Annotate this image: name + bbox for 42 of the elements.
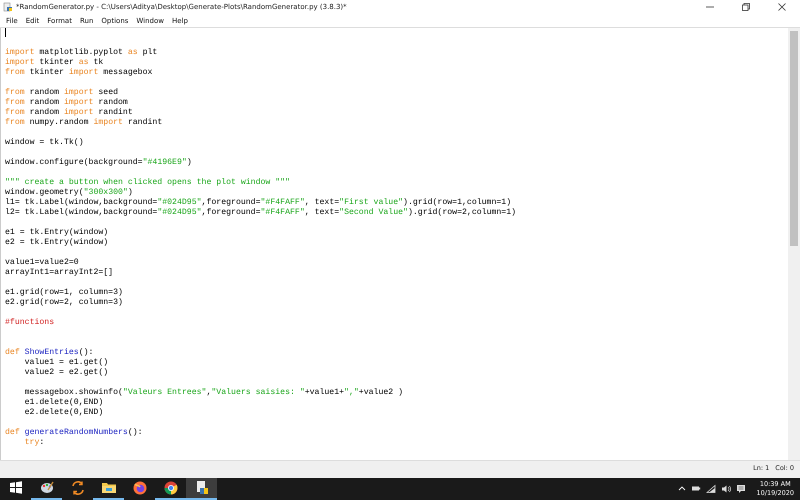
- code-line: from random import randint: [5, 108, 134, 118]
- notification-icon[interactable]: [736, 484, 746, 494]
- code-line: e1.grid(row=1, column=3): [5, 288, 124, 298]
- folder-icon: [100, 480, 116, 496]
- code-line: messagebox.showinfo("Valeurs Entrees","Valuers saisies: "+value1+","+value2 ): [24, 388, 404, 398]
- python-file-icon: [3, 2, 13, 12]
- code-line: try:: [24, 438, 46, 448]
- code-line: l2= tk.Label(window,background="#024D95",foreground="#F4FAFF", text="Second Value").grid(row=2,column=1): [5, 208, 518, 218]
- code-line: e2.grid(row=2, column=3): [5, 298, 124, 308]
- code-line: from tkinter import messagebox: [5, 68, 154, 78]
- code-line: e1.delete(0,END): [24, 398, 104, 408]
- code-line: import matplotlib.pyplot as plt: [5, 48, 158, 58]
- code-line: from random import random: [5, 98, 129, 108]
- wifi-icon[interactable]: [706, 484, 716, 494]
- restore-icon: [742, 3, 750, 11]
- code-line: from numpy.random import randint: [5, 118, 164, 128]
- code-line: import tkinter as tk: [5, 58, 104, 68]
- close-icon: [778, 3, 786, 11]
- code-line: window.configure(background="#4196E9"): [5, 158, 193, 168]
- taskbar-button[interactable]: [186, 478, 217, 500]
- speaker-icon[interactable]: [720, 484, 731, 494]
- sync-arrows-icon: [70, 480, 86, 496]
- code-line: from random import seed: [5, 88, 120, 98]
- code-line: arrayInt1=arrayInt2=[]: [5, 268, 114, 278]
- code-line: e1 = tk.Entry(window): [5, 228, 110, 238]
- windows-logo-icon: [8, 480, 24, 496]
- firefox-icon: [132, 480, 148, 496]
- code-line: e2 = tk.Entry(window): [5, 238, 110, 248]
- code-line: e2.delete(0,END): [24, 408, 104, 418]
- code-line: def generateRandomNumbers():: [5, 428, 144, 438]
- code-line: def ShowEntries():: [5, 347, 94, 358]
- chrome-icon: [162, 480, 178, 496]
- code-line: #functions: [5, 318, 56, 328]
- scrollbar-thumb[interactable]: [790, 31, 798, 246]
- code-line: value1=value2=0: [5, 258, 80, 268]
- code-line: window.geometry("300x300"): [5, 188, 134, 198]
- code-line: value2 = e2.get(): [24, 368, 110, 378]
- code-line: """ create a button when clicked opens the plot window """: [5, 178, 291, 188]
- code-line: value1 = e1.get(): [24, 358, 110, 368]
- palette-icon: [38, 480, 54, 496]
- code-line: window = tk.Tk(): [5, 138, 85, 148]
- code-line: l1= tk.Label(window,background="#024D95",foreground="#F4FAFF", text="First value").grid(row=1,column=1): [5, 198, 512, 208]
